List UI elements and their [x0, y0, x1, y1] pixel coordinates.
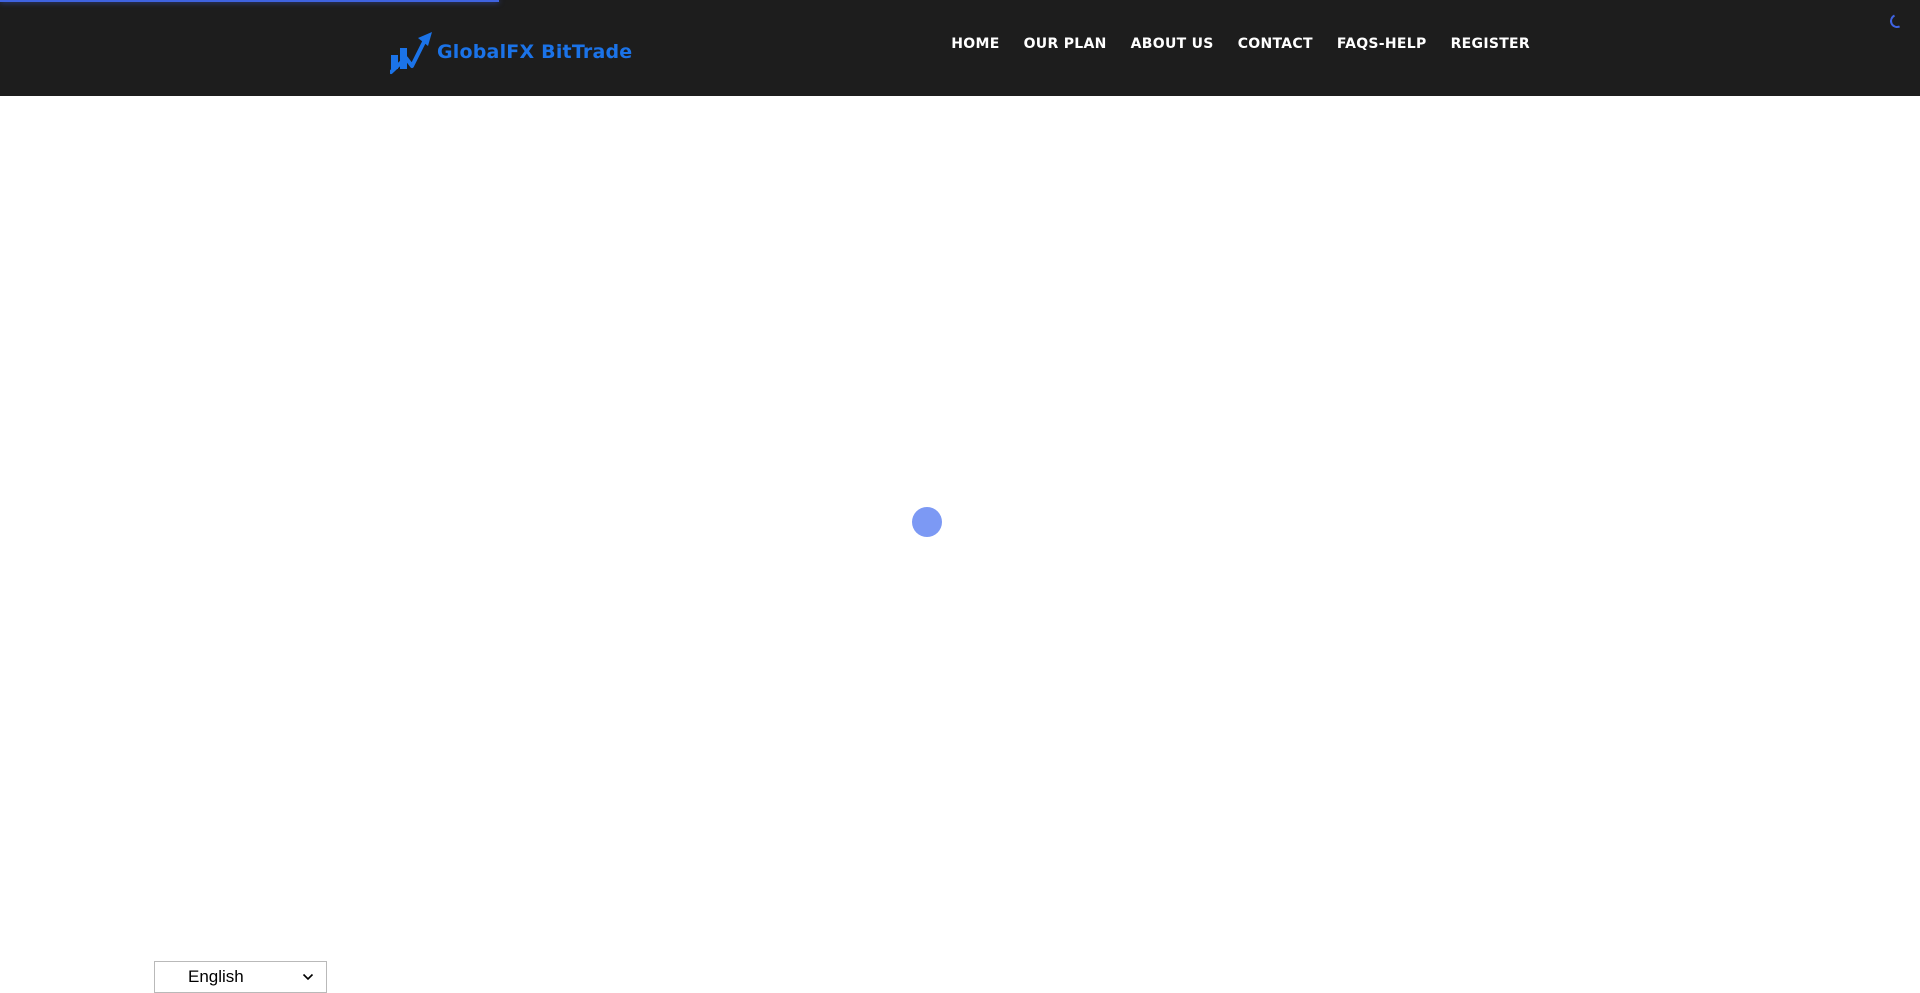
- language-select-value: English: [188, 967, 244, 986]
- loading-spinner-icon: [1888, 12, 1906, 30]
- page-load-progress-bar: [0, 0, 500, 2]
- nav-item-register[interactable]: REGISTER: [1451, 36, 1530, 52]
- site-header: GlobalFX BitTrade HOME OUR PLAN ABOUT US…: [0, 0, 1920, 96]
- rising-chart-arrow-icon: [390, 32, 432, 74]
- nav-item-faqs-help[interactable]: FAQS-HELP: [1337, 36, 1427, 52]
- page: GlobalFX BitTrade HOME OUR PLAN ABOUT US…: [0, 0, 1920, 993]
- language-select[interactable]: English: [154, 961, 327, 993]
- nav-item-our-plan[interactable]: OUR PLAN: [1024, 36, 1107, 52]
- preloader-dot: [912, 507, 942, 537]
- nav-item-about-us[interactable]: ABOUT US: [1131, 36, 1214, 52]
- site-logo-text: GlobalFX BitTrade: [437, 41, 633, 63]
- main-nav: HOME OUR PLAN ABOUT US CONTACT FAQS-HELP…: [951, 36, 1530, 52]
- chevron-down-icon: [302, 973, 314, 981]
- nav-item-home[interactable]: HOME: [951, 36, 999, 52]
- site-logo[interactable]: GlobalFX BitTrade: [390, 28, 632, 76]
- nav-item-contact[interactable]: CONTACT: [1238, 36, 1313, 52]
